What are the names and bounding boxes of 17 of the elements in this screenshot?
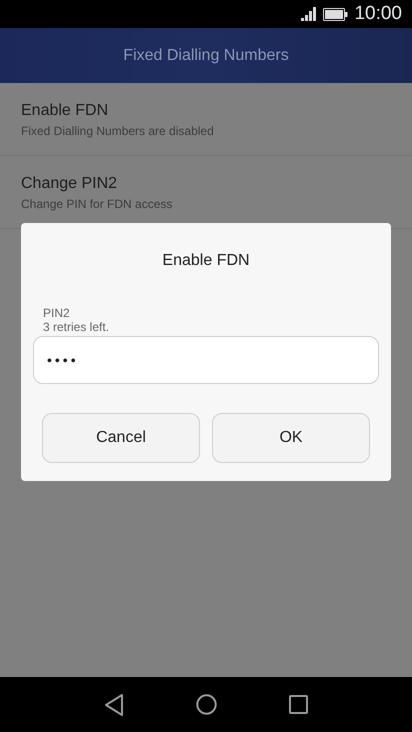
setting-title[interactable]: Change PIN2 bbox=[21, 174, 118, 194]
recents-icon[interactable] bbox=[289, 695, 308, 714]
retries-hint: 3 retries left. bbox=[43, 320, 110, 334]
dialog-title: Enable FDN bbox=[161, 251, 251, 271]
field-label: PIN2 bbox=[43, 306, 71, 320]
pin-input-field[interactable]: •••• bbox=[33, 336, 379, 384]
setting-subtitle: Change PIN for FDN access bbox=[21, 196, 172, 212]
setting-subtitle: Fixed Dialling Numbers are disabled bbox=[21, 123, 214, 139]
status-time: 10:00 bbox=[354, 2, 402, 26]
header-title: Fixed Dialling Numbers bbox=[123, 46, 289, 66]
signal-icon bbox=[301, 7, 318, 21]
back-icon[interactable] bbox=[104, 694, 124, 716]
battery-icon bbox=[323, 8, 348, 20]
home-icon[interactable] bbox=[196, 694, 217, 715]
setting-title[interactable]: Enable FDN bbox=[21, 101, 108, 121]
cancel-button[interactable]: Cancel bbox=[42, 413, 200, 463]
ok-button[interactable]: OK bbox=[212, 413, 370, 463]
